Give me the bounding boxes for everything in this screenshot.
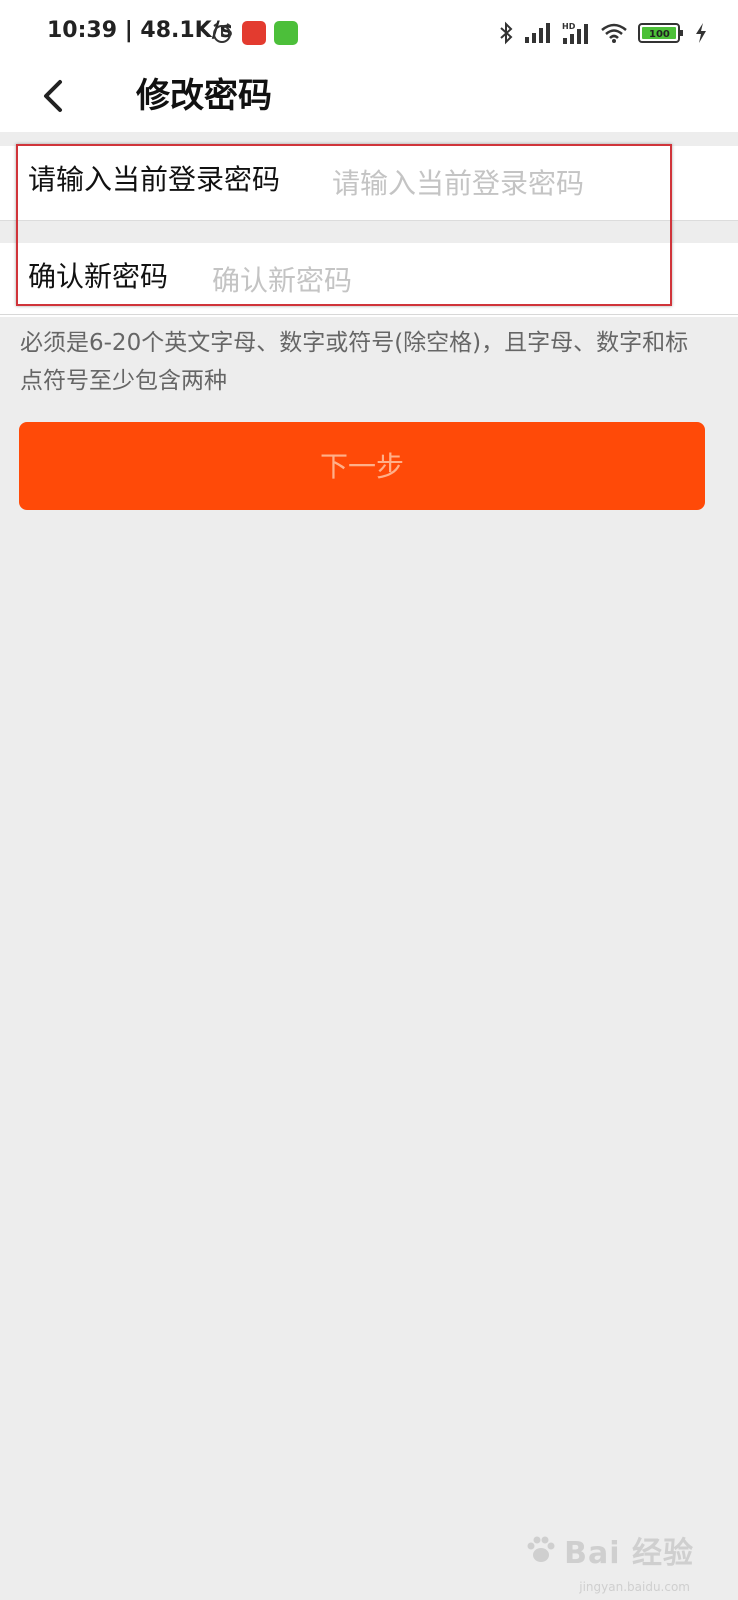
paw-icon [527, 1536, 555, 1562]
bluetooth-icon [500, 21, 513, 45]
signal-hd-icon: HD [562, 22, 588, 44]
confirm-password-input[interactable] [210, 257, 714, 303]
charging-icon [696, 23, 706, 43]
confirm-password-label: 确认新密码 [28, 260, 169, 293]
watermark-url: jingyan.baidu.com [579, 1580, 690, 1594]
battery-icon: 100 [638, 23, 683, 43]
wifi-icon [601, 23, 627, 43]
netease-music-icon [242, 21, 266, 45]
watermark-brand: Bai 经验 [564, 1536, 694, 1571]
password-rule-hint: 必须是6-20个英文字母、数字或符号(除空格)，且字母、数字和标点符号至少包含两… [20, 330, 689, 394]
current-password-input[interactable] [330, 160, 714, 206]
next-step-button[interactable]: 下一步 [19, 422, 705, 510]
current-password-row: 请输入当前登录密码 [0, 146, 738, 221]
svg-text:HD: HD [562, 22, 576, 31]
status-system-icons: HD 100 [498, 20, 708, 46]
back-button[interactable] [34, 72, 78, 120]
back-arrow-icon [44, 80, 62, 112]
svg-text:100: 100 [649, 29, 670, 40]
green-app-icon [274, 21, 298, 45]
signal-icon [525, 23, 550, 43]
status-bar: 10:39 | 48.1K/s HD 100 [0, 0, 738, 60]
top-nav-bar: 修改密码 [0, 60, 738, 132]
form-divider [0, 314, 738, 315]
current-password-label: 请输入当前登录密码 [28, 163, 281, 196]
page-title: 修改密码 [136, 76, 272, 116]
status-notification-icons [210, 20, 298, 46]
row-gap [0, 221, 738, 243]
password-form: 请输入当前登录密码 确认新密码 [0, 146, 738, 317]
confirm-password-row: 确认新密码 [0, 243, 738, 317]
alarm-icon [213, 23, 231, 43]
baidu-jingyan-watermark: Bai 经验 [524, 1528, 694, 1572]
status-time: 10:39 | 48.1K/s [47, 18, 233, 43]
